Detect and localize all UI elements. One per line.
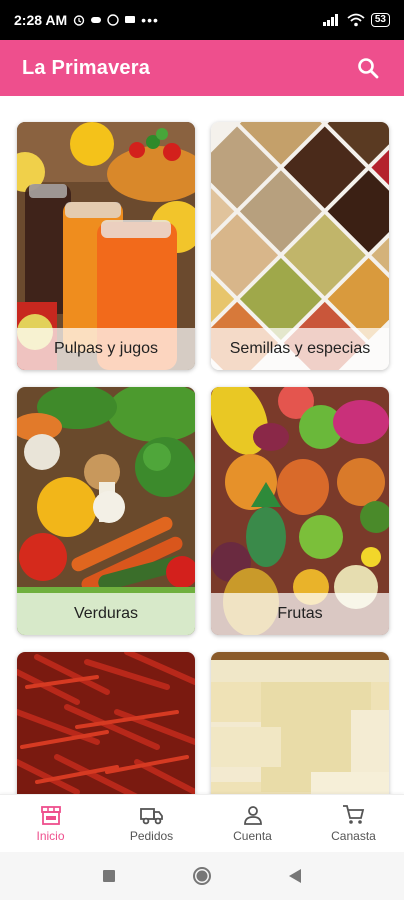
nav-label: Pedidos xyxy=(129,829,174,843)
signal-icon xyxy=(322,14,338,26)
battery-indicator: 53 xyxy=(370,13,390,27)
category-card-pulpas[interactable]: Pulpas y jugos xyxy=(17,122,195,370)
recent-apps-icon[interactable] xyxy=(102,869,116,883)
app-bar: La Primavera xyxy=(0,40,404,96)
game-controller-icon xyxy=(91,17,102,23)
cart-icon xyxy=(342,805,364,824)
category-grid: Pulpas y jugos Semillas y especias Verdu… xyxy=(0,96,404,794)
category-card-verduras[interactable]: Verduras xyxy=(17,387,195,635)
search-icon xyxy=(358,58,379,79)
system-status-icons: 53 xyxy=(322,13,390,27)
whatsapp-icon xyxy=(107,14,119,26)
home-icon[interactable] xyxy=(192,866,212,886)
app-title: La Primavera xyxy=(22,56,151,79)
category-label: Semillas y especias xyxy=(211,328,389,370)
nav-label: Inicio xyxy=(36,829,65,843)
system-navigation-bar xyxy=(0,852,404,900)
store-icon xyxy=(40,806,61,825)
person-icon xyxy=(243,806,262,825)
search-button[interactable] xyxy=(354,54,382,82)
nav-label: Canasta xyxy=(331,829,376,843)
wifi-icon xyxy=(347,13,365,27)
cheese-photo xyxy=(211,652,389,794)
category-label: Frutas xyxy=(211,593,389,635)
category-card-semillas[interactable]: Semillas y especias xyxy=(211,122,389,370)
category-card-quesos[interactable] xyxy=(211,652,389,794)
dried-chili-photo xyxy=(17,652,195,794)
nav-label: Cuenta xyxy=(233,829,272,843)
status-bar: 2:28 AM ••• 53 xyxy=(0,0,404,40)
nav-item-pedidos[interactable]: Pedidos xyxy=(101,795,202,852)
back-icon[interactable] xyxy=(288,868,302,884)
status-time: 2:28 AM xyxy=(14,12,68,28)
more-dots-icon: ••• xyxy=(141,12,159,28)
nav-item-canasta[interactable]: Canasta xyxy=(303,795,404,852)
truck-icon xyxy=(139,808,163,825)
nav-item-cuenta[interactable]: Cuenta xyxy=(202,795,303,852)
nav-item-inicio[interactable]: Inicio xyxy=(0,795,101,852)
bottom-navigation: Inicio Pedidos Cuenta Canasta xyxy=(0,794,404,852)
message-icon xyxy=(125,16,136,23)
category-card-chiles[interactable] xyxy=(17,652,195,794)
category-label: Verduras xyxy=(17,593,195,635)
alarm-icon xyxy=(73,15,85,26)
category-card-frutas[interactable]: Frutas xyxy=(211,387,389,635)
category-label: Pulpas y jugos xyxy=(17,328,195,370)
notification-icons: ••• xyxy=(73,12,159,28)
